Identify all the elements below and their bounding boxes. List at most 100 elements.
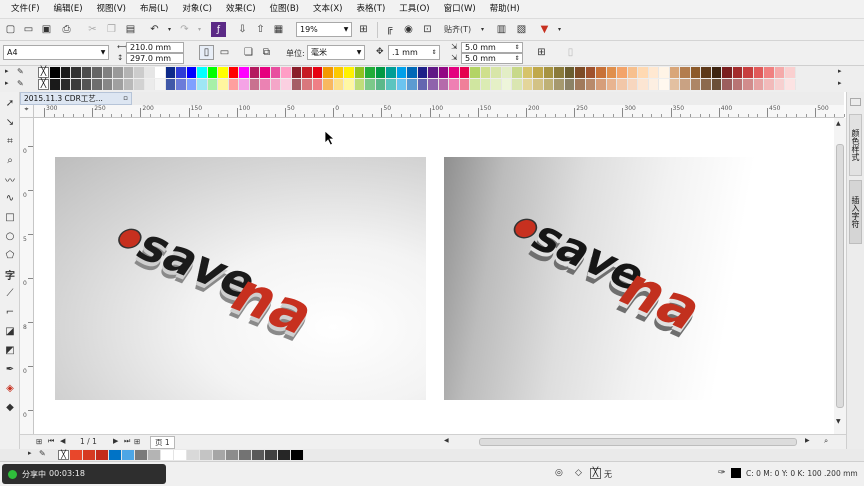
palette-swatch[interactable] xyxy=(60,79,71,90)
palette-swatch[interactable] xyxy=(312,67,323,78)
palette-swatch[interactable] xyxy=(176,67,187,78)
palette-swatch[interactable] xyxy=(92,79,103,90)
print-icon[interactable]: ⎙ xyxy=(59,22,74,37)
palette-swatch[interactable] xyxy=(722,79,733,90)
cut-icon[interactable]: ✂ xyxy=(85,22,100,37)
guidelines-toggle-icon[interactable]: ⊡ xyxy=(420,22,435,37)
document-palette-swatch[interactable] xyxy=(96,450,109,460)
pick-tool-icon[interactable]: ➚ xyxy=(0,94,20,113)
palette-swatch[interactable] xyxy=(302,79,313,90)
palette-scroll-right-icon[interactable]: ▸ xyxy=(838,67,842,75)
palette-swatch[interactable] xyxy=(123,79,134,90)
landscape-icon[interactable]: ▭ xyxy=(217,45,232,60)
page-height-field[interactable]: 297.0 mm xyxy=(126,53,184,64)
palette-swatch[interactable] xyxy=(564,67,575,78)
drawing-canvas[interactable]: save na save na save na save na save na save… xyxy=(35,118,834,434)
duplicate-distance-x-field[interactable]: 5.0 mm ⇕ xyxy=(461,42,523,53)
palette-swatch[interactable] xyxy=(333,79,344,90)
palette-swatch[interactable] xyxy=(260,67,271,78)
palette-swatch[interactable] xyxy=(701,67,712,78)
palette-swatch[interactable] xyxy=(743,79,754,90)
palette-swatch[interactable] xyxy=(764,67,775,78)
palette-swatch[interactable] xyxy=(753,67,764,78)
document-palette-swatch[interactable] xyxy=(122,450,135,460)
interactive-fill-tool-icon[interactable]: ◈ xyxy=(0,379,20,398)
document-palette-swatch[interactable] xyxy=(239,450,252,460)
document-palette-swatch[interactable] xyxy=(187,450,200,460)
freehand-tool-icon[interactable]: 〰 xyxy=(0,170,20,189)
document-palette-swatch[interactable] xyxy=(109,450,122,460)
palette-swatch[interactable] xyxy=(71,67,82,78)
palette-swatch[interactable] xyxy=(596,67,607,78)
palette-swatch[interactable] xyxy=(512,79,523,90)
undo-icon[interactable]: ↶ xyxy=(147,22,162,37)
document-palette-swatch[interactable] xyxy=(291,450,304,460)
palette-swatch[interactable] xyxy=(113,79,124,90)
palette-swatch[interactable] xyxy=(785,67,796,78)
corel-connect-icon[interactable]: ƒ xyxy=(211,22,226,37)
palette-swatch[interactable] xyxy=(71,79,82,90)
palette-swatch[interactable] xyxy=(365,67,376,78)
palette-swatch[interactable] xyxy=(680,67,691,78)
palette-swatch[interactable] xyxy=(501,67,512,78)
menu-item-9[interactable]: 工具(O) xyxy=(392,0,436,19)
palette-swatch[interactable] xyxy=(669,67,680,78)
import-icon[interactable]: ⇩ xyxy=(235,22,250,37)
palette-swatch[interactable] xyxy=(522,79,533,90)
vertical-scroll-thumb[interactable] xyxy=(836,144,844,408)
zoom-navigator-icon[interactable]: ⌕ xyxy=(824,436,828,446)
artwork-image-left[interactable]: save na save na save na xyxy=(55,157,426,400)
first-page-icon[interactable]: ⏮ xyxy=(48,437,54,446)
palette-swatch[interactable] xyxy=(134,79,145,90)
menu-item-3[interactable]: 布局(L) xyxy=(133,0,175,19)
menu-item-10[interactable]: 窗口(W) xyxy=(437,0,483,19)
palette-swatch[interactable] xyxy=(470,79,481,90)
menu-item-11[interactable]: 帮助(H) xyxy=(483,0,527,19)
transparency-tool-icon[interactable]: ◩ xyxy=(0,341,20,360)
palette-swatch[interactable] xyxy=(249,79,260,90)
palette-swatch[interactable] xyxy=(722,67,733,78)
palette-swatch[interactable] xyxy=(438,67,449,78)
palette-swatch[interactable] xyxy=(239,67,250,78)
palette-swatch[interactable] xyxy=(165,79,176,90)
open-folder-icon[interactable]: ▭ xyxy=(21,22,36,37)
no-color-swatch-2[interactable]: ╳ xyxy=(38,79,49,90)
palette-swatch[interactable] xyxy=(711,79,722,90)
document-palette-swatch[interactable] xyxy=(213,450,226,460)
menu-item-5[interactable]: 效果(C) xyxy=(219,0,263,19)
smart-drawing-tool-icon[interactable]: ∿ xyxy=(0,189,20,208)
palette-swatch[interactable] xyxy=(396,79,407,90)
hscroll-left-icon[interactable]: ◀ xyxy=(444,437,449,444)
palette-swatch[interactable] xyxy=(438,79,449,90)
palette-swatch[interactable] xyxy=(701,79,712,90)
palette-swatch[interactable] xyxy=(375,67,386,78)
palette-swatch[interactable] xyxy=(323,67,334,78)
palette-swatch[interactable] xyxy=(680,79,691,90)
previous-page-icon[interactable]: ◀ xyxy=(60,437,65,445)
page-size-combo[interactable]: A4 ▼ xyxy=(3,45,109,60)
palette-swatch[interactable] xyxy=(144,67,155,78)
document-palette-swatch[interactable] xyxy=(174,450,187,460)
palette-swatch[interactable] xyxy=(543,67,554,78)
all-pages-icon[interactable]: ❏ xyxy=(241,45,256,60)
full-screen-icon[interactable]: ⊞ xyxy=(356,22,371,37)
palette-swatch[interactable] xyxy=(480,67,491,78)
palette-swatch[interactable] xyxy=(785,79,796,90)
palette-swatch[interactable] xyxy=(291,67,302,78)
ruler-origin-icon[interactable]: ⌖ xyxy=(20,105,34,118)
palette-swatch[interactable] xyxy=(102,79,113,90)
palette-swatch[interactable] xyxy=(92,67,103,78)
options-icon[interactable]: ▥ xyxy=(494,22,509,37)
menu-item-8[interactable]: 表格(T) xyxy=(349,0,392,19)
palette-swatch[interactable] xyxy=(659,67,670,78)
palette-swatch[interactable] xyxy=(606,67,617,78)
palette-swatch[interactable] xyxy=(617,67,628,78)
palette-swatch[interactable] xyxy=(155,79,166,90)
polygon-tool-icon[interactable]: ⬠ xyxy=(0,246,20,265)
palette-swatch[interactable] xyxy=(60,67,71,78)
docpal-menu-icon[interactable]: ▸ xyxy=(28,449,32,457)
palette-swatch[interactable] xyxy=(470,67,481,78)
parallel-dimension-tool-icon[interactable]: ⟋ xyxy=(0,284,20,303)
palette-swatch[interactable] xyxy=(239,79,250,90)
eyedropper-icon[interactable]: ✎ xyxy=(17,67,24,76)
